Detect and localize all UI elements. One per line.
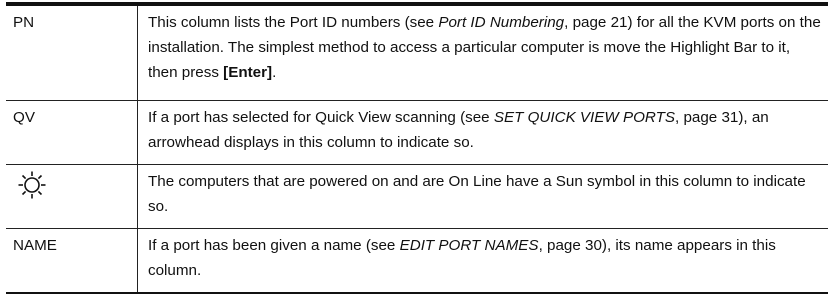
desc-ref: Port ID Numbering bbox=[438, 14, 565, 31]
desc-text: . bbox=[272, 64, 277, 81]
desc-ref: SET QUICK VIEW PORTS bbox=[493, 109, 675, 126]
desc-text: If a port has been given a name (see bbox=[148, 237, 400, 254]
sun-icon bbox=[17, 170, 47, 200]
table-row-qv: QV If a port has selected for Quick View… bbox=[6, 100, 828, 165]
desc-text: This column lists the Port ID numbers (s… bbox=[148, 14, 439, 31]
term-cell: NAME bbox=[6, 228, 138, 294]
term-cell bbox=[6, 164, 138, 229]
desc-ref: EDIT PORT NAMES bbox=[399, 237, 539, 254]
desc-key: [Enter] bbox=[223, 64, 273, 81]
description-cell: This column lists the Port ID numbers (s… bbox=[137, 2, 828, 101]
definition-table: PN This column lists the Port ID numbers… bbox=[6, 2, 828, 294]
desc-text: The computers that are powered on and ar… bbox=[148, 173, 806, 215]
desc-text: If a port has selected for Quick View sc… bbox=[148, 109, 494, 126]
term-cell: PN bbox=[6, 2, 138, 101]
description-cell: If a port has been given a name (see EDI… bbox=[137, 228, 828, 294]
table-row-sun: The computers that are powered on and ar… bbox=[6, 164, 828, 229]
description-cell: The computers that are powered on and ar… bbox=[137, 164, 828, 229]
table-row-name: NAME If a port has been given a name (se… bbox=[6, 228, 828, 294]
table-row-pn: PN This column lists the Port ID numbers… bbox=[6, 2, 828, 101]
description-cell: If a port has selected for Quick View sc… bbox=[137, 100, 828, 165]
term-cell: QV bbox=[6, 100, 138, 165]
